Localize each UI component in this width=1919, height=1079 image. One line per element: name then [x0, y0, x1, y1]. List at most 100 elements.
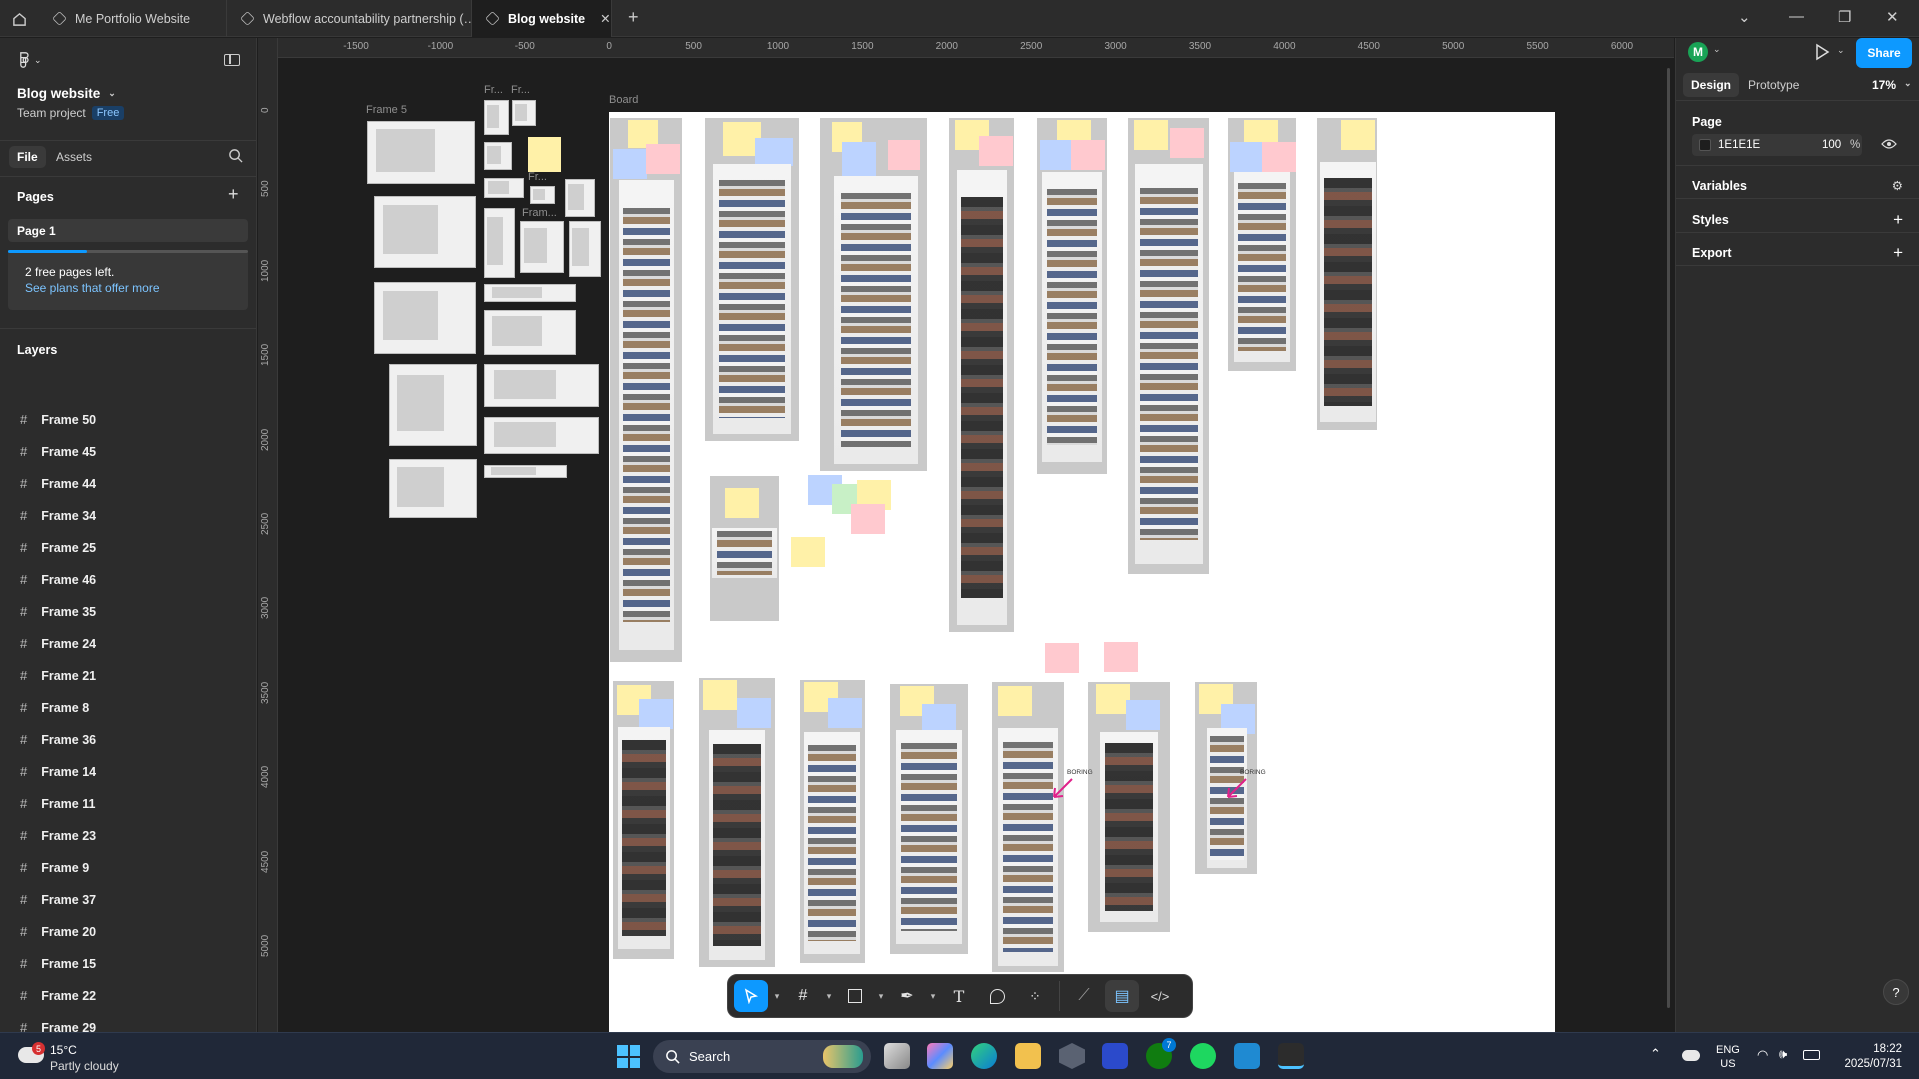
onedrive-icon[interactable] [1682, 1050, 1700, 1061]
wireframe-frame[interactable] [520, 221, 564, 273]
layer-item[interactable]: # Frame 24 [20, 636, 96, 651]
styles-section[interactable]: Styles + [1692, 210, 1903, 230]
wireframe-frame[interactable] [374, 196, 476, 268]
see-plans-link[interactable]: See plans that offer more [25, 281, 160, 295]
layer-item[interactable]: # Frame 37 [20, 892, 96, 907]
wireframe-frame[interactable] [389, 459, 477, 518]
chevron-down-icon[interactable]: ▾ [876, 991, 886, 1002]
wireframe-frame[interactable] [484, 465, 567, 478]
main-menu-button[interactable]: ⌄ [17, 52, 42, 68]
site-frame[interactable] [800, 680, 865, 963]
frame-tool-button[interactable]: # [786, 980, 820, 1012]
edge-icon[interactable] [971, 1043, 997, 1069]
boring-annotation-text[interactable]: BORING [1067, 769, 1093, 776]
layer-item[interactable]: # Frame 36 [20, 732, 96, 747]
vertical-scrollbar[interactable] [1667, 68, 1670, 1008]
layer-item[interactable]: # Frame 44 [20, 476, 96, 491]
editor-app-icon[interactable] [1102, 1043, 1128, 1069]
file-explorer-icon[interactable] [1015, 1043, 1041, 1069]
sticky-note[interactable] [851, 504, 885, 534]
spotify-icon[interactable] [1190, 1043, 1216, 1069]
frame-5-label[interactable]: Frame 5 [366, 104, 407, 116]
variables-section[interactable]: Variables ⚙ [1692, 178, 1903, 194]
toggle-sidebar-icon[interactable] [224, 54, 240, 66]
site-frame[interactable] [890, 684, 968, 954]
site-frame[interactable] [613, 681, 674, 959]
site-frame[interactable] [1128, 118, 1209, 574]
pen-tool-button[interactable]: ✒ [890, 980, 924, 1012]
export-section[interactable]: Export + [1692, 243, 1903, 263]
draw-mode-button[interactable]: ⟋ [1067, 980, 1101, 1012]
restore-icon[interactable]: ❐ [1838, 8, 1851, 26]
show-hidden-icons[interactable]: ⌃ [1650, 1046, 1661, 1062]
task-view-icon[interactable] [884, 1043, 910, 1069]
frame-label-b[interactable]: Fr... [511, 84, 530, 96]
layer-item[interactable]: # Frame 15 [20, 956, 96, 971]
site-frame[interactable] [710, 476, 779, 621]
wireframe-frame[interactable] [565, 179, 595, 217]
wireframe-frame[interactable] [367, 121, 475, 184]
tab-blog-website[interactable]: Blog website ✕ [472, 0, 612, 37]
wifi-icon[interactable]: ◠ [1757, 1047, 1768, 1063]
vscode-icon[interactable] [1234, 1043, 1260, 1069]
minimize-icon[interactable]: — [1789, 8, 1804, 25]
share-button[interactable]: Share [1856, 38, 1912, 68]
user-avatar[interactable]: M [1688, 42, 1708, 62]
start-button[interactable] [617, 1045, 640, 1068]
wireframe-frame[interactable] [484, 142, 512, 170]
new-tab-button[interactable]: + [628, 7, 639, 28]
site-frame[interactable] [699, 678, 775, 967]
sticky-note[interactable] [528, 137, 561, 172]
layer-item[interactable]: # Frame 20 [20, 924, 96, 939]
wireframe-frame[interactable] [484, 310, 576, 355]
move-tool-button[interactable] [734, 980, 768, 1012]
site-frame[interactable] [1088, 682, 1170, 932]
color-swatch[interactable] [1699, 139, 1711, 151]
board-frame[interactable]: BORING BORING [609, 112, 1555, 1032]
wireframe-frame[interactable] [484, 178, 524, 198]
wireframe-frame[interactable] [374, 282, 476, 354]
site-frame[interactable] [705, 118, 799, 441]
wireframe-frame[interactable] [484, 100, 509, 135]
figma-taskbar-icon[interactable] [1278, 1043, 1304, 1069]
arrow-annotation-icon[interactable] [1050, 776, 1076, 805]
layer-item[interactable]: # Frame 45 [20, 444, 96, 459]
page-item-page-1[interactable]: Page 1 [8, 219, 248, 242]
add-page-button[interactable]: + [228, 184, 239, 205]
shape-tool-button[interactable] [838, 980, 872, 1012]
layer-item[interactable]: # Frame 22 [20, 988, 96, 1003]
wireframe-frame[interactable] [484, 284, 576, 302]
layer-item[interactable]: # Frame 9 [20, 860, 89, 875]
close-window-icon[interactable]: ✕ [1886, 8, 1899, 26]
sticky-note[interactable] [1045, 643, 1079, 673]
chevron-down-icon[interactable]: ▾ [824, 991, 834, 1002]
arrow-annotation-icon[interactable] [1224, 776, 1250, 805]
weather-widget[interactable]: 5 15°C Partly cloudy [18, 1039, 128, 1075]
comment-tool-button[interactable] [980, 980, 1014, 1012]
tab-assets[interactable]: Assets [56, 150, 92, 164]
copilot-icon[interactable] [927, 1043, 953, 1069]
add-export-button[interactable]: + [1893, 243, 1903, 263]
zoom-level[interactable]: 17% ⌄ [1872, 78, 1912, 92]
wireframe-frame[interactable] [484, 208, 515, 278]
layer-item[interactable]: # Frame 50 [20, 412, 96, 427]
sticky-note[interactable] [1104, 642, 1138, 672]
site-frame[interactable] [1037, 118, 1107, 474]
layer-item[interactable]: # Frame 23 [20, 828, 96, 843]
home-icon[interactable] [8, 9, 30, 29]
taskbar-search[interactable]: Search [653, 1040, 871, 1073]
layer-item[interactable]: # Frame 11 [20, 796, 95, 811]
board-label[interactable]: Board [609, 94, 638, 106]
chevron-down-icon[interactable]: ▾ [928, 991, 938, 1002]
volume-icon[interactable]: 🕪 [1779, 1046, 1787, 1062]
design-mode-button[interactable]: ▤ [1105, 980, 1139, 1012]
close-tab-icon[interactable]: ✕ [600, 11, 610, 26]
frame-label-d[interactable]: Fram... [522, 207, 557, 219]
sticky-note[interactable] [791, 537, 825, 567]
present-button[interactable] [1814, 43, 1830, 64]
dev-mode-button[interactable]: </> [1143, 980, 1177, 1012]
wireframe-frame[interactable] [389, 364, 477, 446]
site-frame[interactable] [820, 118, 927, 471]
project-name[interactable]: Team project [17, 106, 86, 120]
file-title[interactable]: Blog website ⌄ [17, 86, 116, 101]
